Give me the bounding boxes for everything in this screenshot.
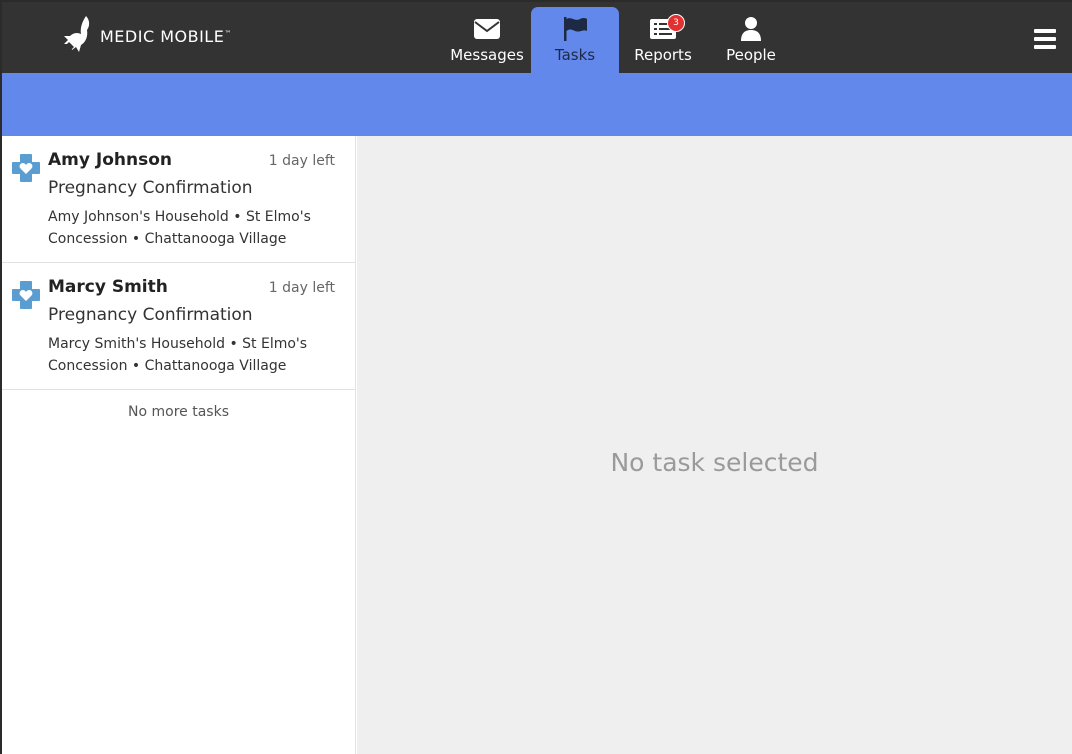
dove-logo-icon [64, 16, 90, 52]
tab-messages-label: Messages [450, 46, 524, 64]
task-due-date: 1 day left [268, 280, 335, 296]
tab-people[interactable]: People [707, 7, 795, 73]
task-title: Pregnancy Confirmation [48, 305, 253, 325]
pregnancy-cross-heart-icon [12, 154, 40, 182]
task-location-line-1: Marcy Smith's Household • St Elmo's [48, 336, 308, 352]
task-item[interactable]: Marcy Smith 1 day left Pregnancy Confirm… [2, 263, 355, 390]
task-location-line-2: Concession • Chattanooga Village [48, 358, 287, 374]
tab-tasks[interactable]: Tasks [531, 7, 619, 73]
flag-icon [561, 15, 589, 43]
task-location-line-1: Amy Johnson's Household • St Elmo's [48, 209, 311, 225]
brand-name: MEDIC MOBILE™ [100, 26, 232, 46]
task-due-date: 1 day left [268, 153, 335, 169]
task-list: Amy Johnson 1 day left Pregnancy Confirm… [2, 136, 356, 754]
top-header: MEDIC MOBILE™ Messages Tasks 3 Reports P… [2, 2, 1072, 73]
task-title: Pregnancy Confirmation [48, 178, 253, 198]
main-nav: Messages Tasks 3 Reports People [443, 7, 795, 73]
no-more-tasks-label: No more tasks [128, 404, 229, 420]
task-patient-name: Amy Johnson [48, 150, 172, 170]
task-location-line-2: Concession • Chattanooga Village [48, 231, 287, 247]
hamburger-menu-icon[interactable] [1034, 29, 1056, 49]
action-bar [2, 73, 1072, 136]
tab-reports[interactable]: 3 Reports [619, 7, 707, 73]
task-location: Marcy Smith's Household • St Elmo's Conc… [48, 333, 335, 377]
reports-count-badge: 3 [667, 14, 685, 32]
tab-reports-label: Reports [634, 46, 692, 64]
tab-tasks-label: Tasks [554, 46, 596, 64]
app-window: MEDIC MOBILE™ Messages Tasks 3 Reports P… [0, 0, 1072, 754]
task-patient-name: Marcy Smith [48, 277, 168, 297]
medic-mobile-logo[interactable]: MEDIC MOBILE™ [60, 13, 232, 59]
envelope-icon [473, 15, 501, 43]
tab-people-label: People [726, 46, 776, 64]
pregnancy-cross-heart-icon [12, 281, 40, 309]
empty-state-message: No task selected [610, 448, 819, 477]
person-icon [739, 15, 763, 43]
task-detail-pane: No task selected [357, 136, 1072, 754]
task-location: Amy Johnson's Household • St Elmo's Conc… [48, 206, 335, 250]
tab-messages[interactable]: Messages [443, 7, 531, 73]
task-item[interactable]: Amy Johnson 1 day left Pregnancy Confirm… [2, 136, 355, 263]
